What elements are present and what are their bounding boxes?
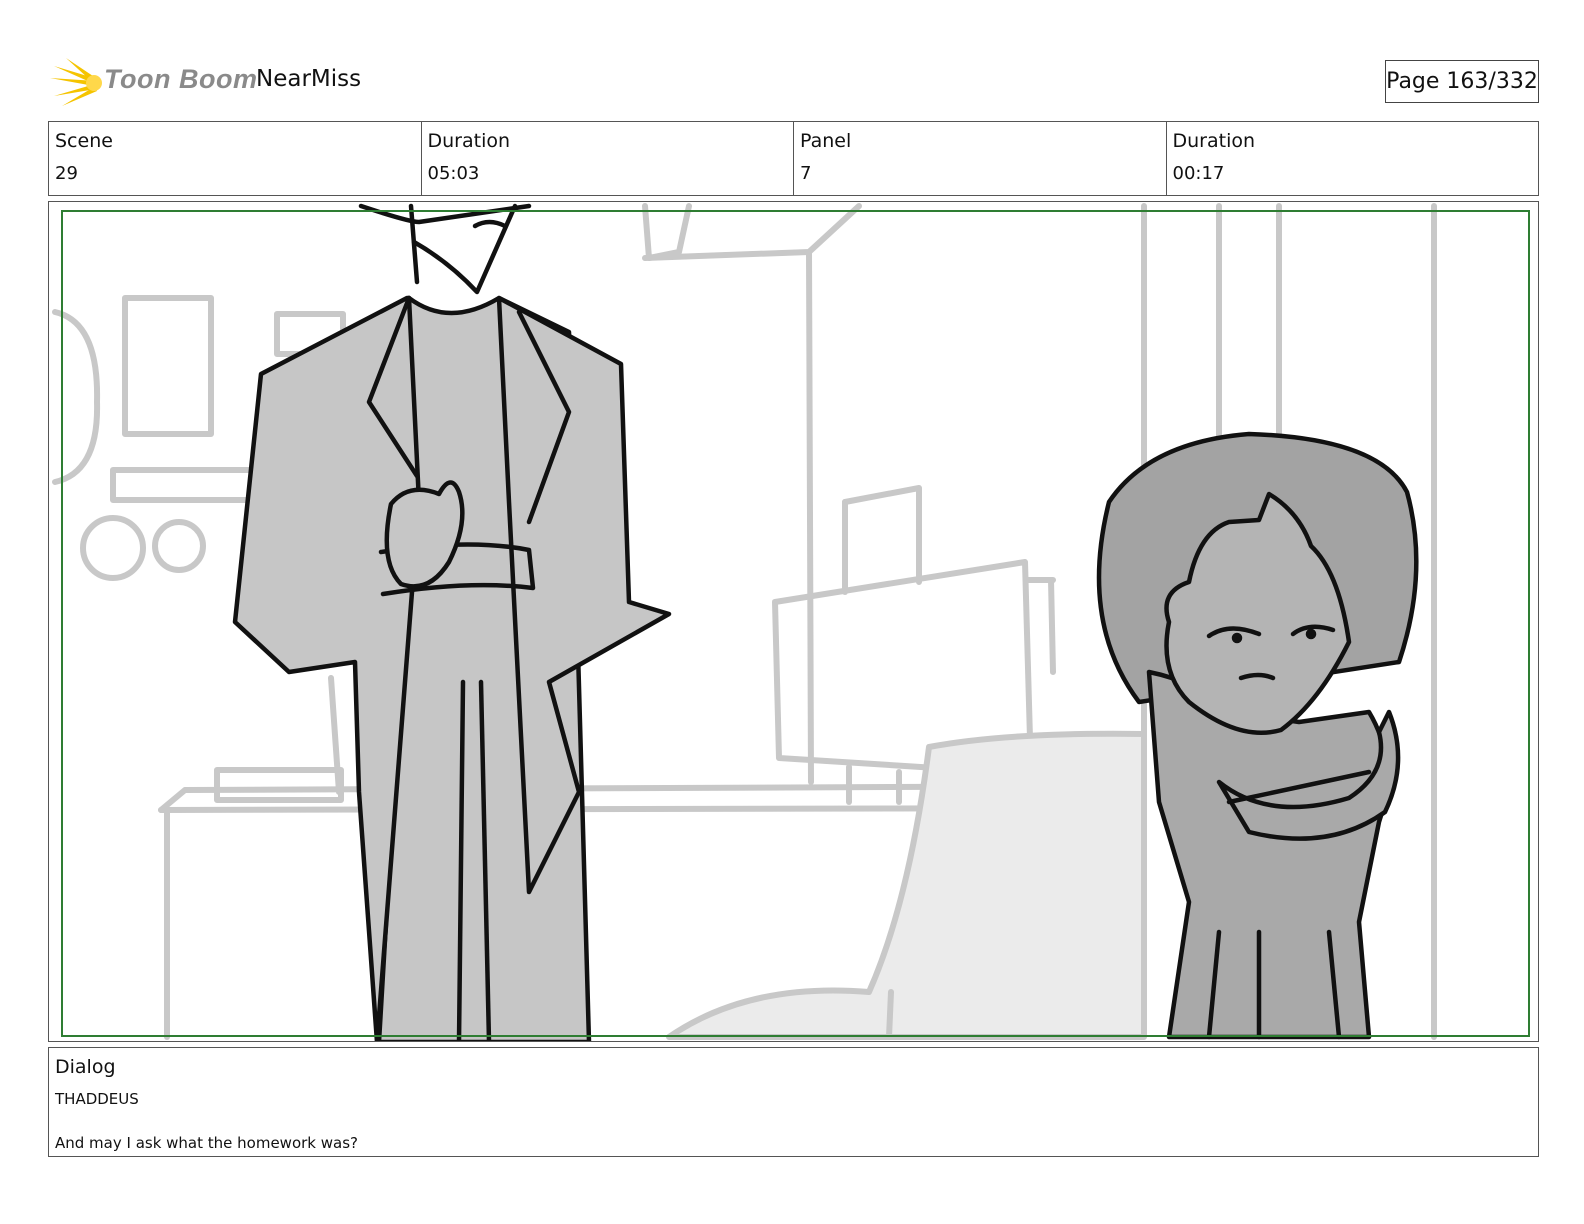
dialog-label: Dialog bbox=[55, 1056, 116, 1078]
dialog-box: Dialog THADDEUS And may I ask what the h… bbox=[48, 1047, 1539, 1157]
storyboard-panel bbox=[48, 201, 1539, 1042]
panel-duration-cell: Duration 00:17 bbox=[1167, 122, 1539, 195]
panel-value: 7 bbox=[800, 163, 812, 184]
project-title: NearMiss bbox=[256, 66, 362, 92]
dialog-line: And may I ask what the homework was? bbox=[55, 1134, 358, 1152]
dialog-speaker: THADDEUS bbox=[55, 1090, 139, 1108]
scene-cell: Scene 29 bbox=[49, 122, 422, 195]
scene-duration-label: Duration bbox=[427, 130, 511, 152]
panel-cell: Panel 7 bbox=[794, 122, 1167, 195]
storyboard-sketch bbox=[52, 203, 1437, 1041]
panel-label: Panel bbox=[800, 130, 852, 152]
brand-name: Toon Boom bbox=[104, 64, 258, 94]
scene-label: Scene bbox=[55, 130, 113, 152]
panel-duration-label: Duration bbox=[1172, 130, 1256, 152]
scene-duration-value: 05:03 bbox=[427, 163, 480, 184]
panel-duration-value: 00:17 bbox=[1172, 163, 1225, 184]
scene-value: 29 bbox=[55, 163, 78, 184]
page-indicator: Page 163/332 bbox=[1385, 60, 1539, 103]
scene-info-table: Scene 29 Duration 05:03 Panel 7 Duration… bbox=[48, 121, 1539, 196]
scene-duration-cell: Duration 05:03 bbox=[422, 122, 794, 195]
